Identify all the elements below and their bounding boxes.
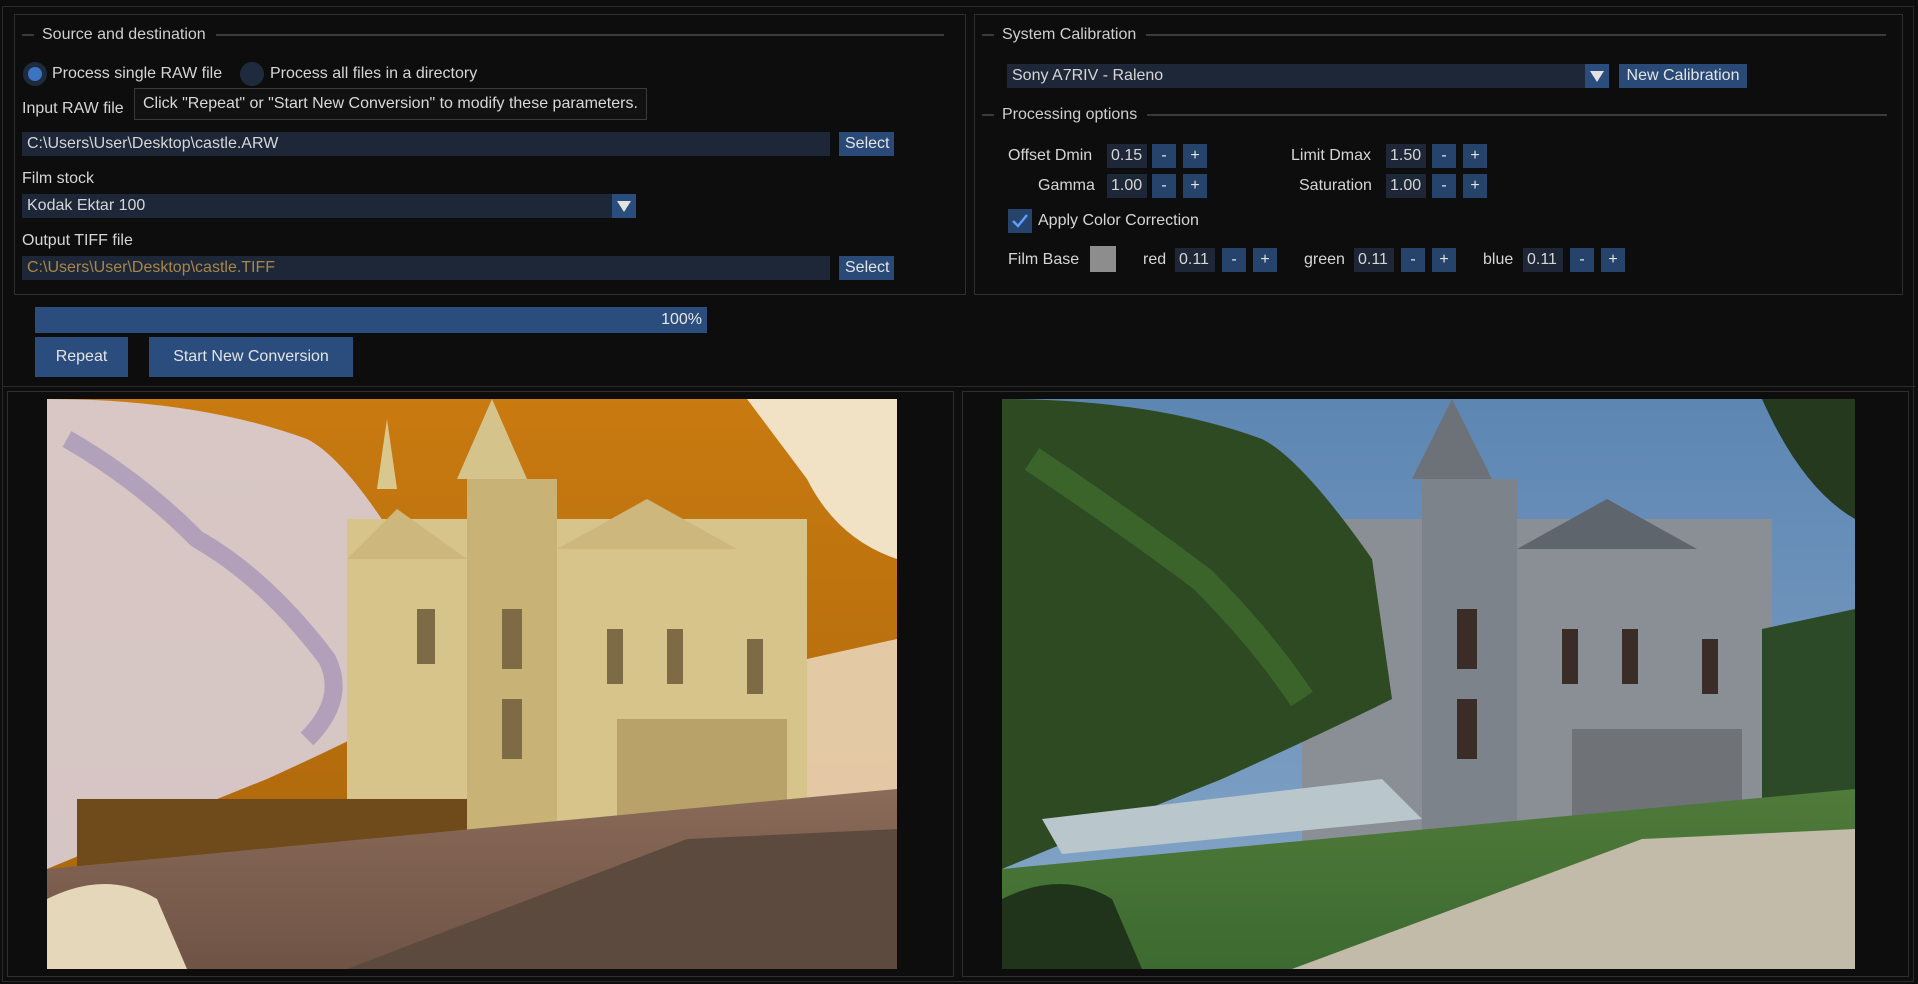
gamma-plus-button[interactable]: +	[1183, 174, 1207, 198]
radio-directory[interactable]	[240, 62, 264, 86]
negative-image[interactable]	[47, 399, 897, 969]
blue-label: blue	[1483, 251, 1514, 268]
blue-value[interactable]: 0.11	[1523, 248, 1563, 272]
output-tiff-path-field[interactable]: C:\Users\User\Desktop\castle.TIFF	[22, 256, 830, 280]
offset-dmin-value[interactable]: 0.15	[1107, 144, 1147, 168]
conversion-progress-bar: 100%	[35, 307, 707, 333]
green-minus-button[interactable]: -	[1401, 248, 1425, 272]
select-output-button[interactable]: Select	[839, 256, 894, 280]
red-label: red	[1143, 251, 1167, 268]
film-stock-select[interactable]: Kodak Ektar 100	[22, 194, 612, 218]
radio-single-file[interactable]	[23, 62, 47, 86]
saturation-plus-button[interactable]: +	[1463, 174, 1487, 198]
radio-single-file-label: Process single RAW file	[52, 65, 223, 82]
select-input-button[interactable]: Select	[839, 132, 894, 156]
blue-plus-button[interactable]: +	[1601, 248, 1625, 272]
progress-text: 100%	[661, 311, 702, 328]
saturation-value[interactable]: 1.00	[1386, 174, 1426, 198]
checkmark-icon	[1012, 214, 1028, 228]
gamma-value[interactable]: 1.00	[1107, 174, 1147, 198]
chevron-down-icon[interactable]	[612, 194, 636, 218]
camera-calibration-select[interactable]: Sony A7RIV - Raleno	[1007, 64, 1587, 88]
section-divider	[2, 386, 1916, 387]
tooltip: Click "Repeat" or "Start New Conversion"…	[134, 88, 647, 120]
offset-dmin-label: Offset Dmin	[1008, 147, 1093, 164]
input-raw-label: Input RAW file	[22, 100, 124, 117]
input-raw-path-field[interactable]: C:\Users\User\Desktop\castle.ARW	[22, 132, 830, 156]
positive-castle-illustration	[1002, 399, 1855, 969]
processing-legend: Processing options	[982, 106, 1888, 124]
green-label: green	[1304, 251, 1345, 268]
color-correction-label: Apply Color Correction	[1038, 212, 1199, 229]
progress-fill	[35, 307, 707, 333]
calibration-legend: System Calibration	[982, 26, 1887, 44]
start-new-conversion-button[interactable]: Start New Conversion	[149, 337, 353, 377]
red-value[interactable]: 0.11	[1175, 248, 1215, 272]
film-base-color-swatch[interactable]	[1090, 246, 1116, 272]
radio-directory-label: Process all files in a directory	[270, 65, 478, 82]
negative-castle-illustration	[47, 399, 897, 969]
calibration-legend-text: System Calibration	[1002, 26, 1137, 43]
limit-dmax-minus-button[interactable]: -	[1432, 144, 1456, 168]
chevron-down-icon[interactable]	[1585, 64, 1609, 88]
processing-legend-text: Processing options	[1002, 106, 1138, 123]
red-minus-button[interactable]: -	[1222, 248, 1246, 272]
saturation-minus-button[interactable]: -	[1432, 174, 1456, 198]
gamma-minus-button[interactable]: -	[1152, 174, 1176, 198]
limit-dmax-value[interactable]: 1.50	[1386, 144, 1426, 168]
positive-image[interactable]	[1002, 399, 1855, 969]
limit-dmax-plus-button[interactable]: +	[1463, 144, 1487, 168]
gamma-label: Gamma	[1038, 177, 1095, 194]
blue-minus-button[interactable]: -	[1570, 248, 1594, 272]
source-legend: Source and destination	[22, 26, 944, 44]
output-tiff-label: Output TIFF file	[22, 232, 133, 249]
new-calibration-button[interactable]: New Calibration	[1619, 64, 1747, 88]
source-legend-text: Source and destination	[42, 26, 206, 43]
saturation-label: Saturation	[1299, 177, 1372, 194]
green-value[interactable]: 0.11	[1354, 248, 1394, 272]
repeat-button[interactable]: Repeat	[35, 337, 128, 377]
color-correction-checkbox[interactable]	[1008, 209, 1032, 233]
red-plus-button[interactable]: +	[1253, 248, 1277, 272]
limit-dmax-label: Limit Dmax	[1291, 147, 1372, 164]
offset-dmin-minus-button[interactable]: -	[1152, 144, 1176, 168]
film-stock-label: Film stock	[22, 170, 94, 187]
green-plus-button[interactable]: +	[1432, 248, 1456, 272]
offset-dmin-plus-button[interactable]: +	[1183, 144, 1207, 168]
film-base-label: Film Base	[1008, 251, 1080, 268]
